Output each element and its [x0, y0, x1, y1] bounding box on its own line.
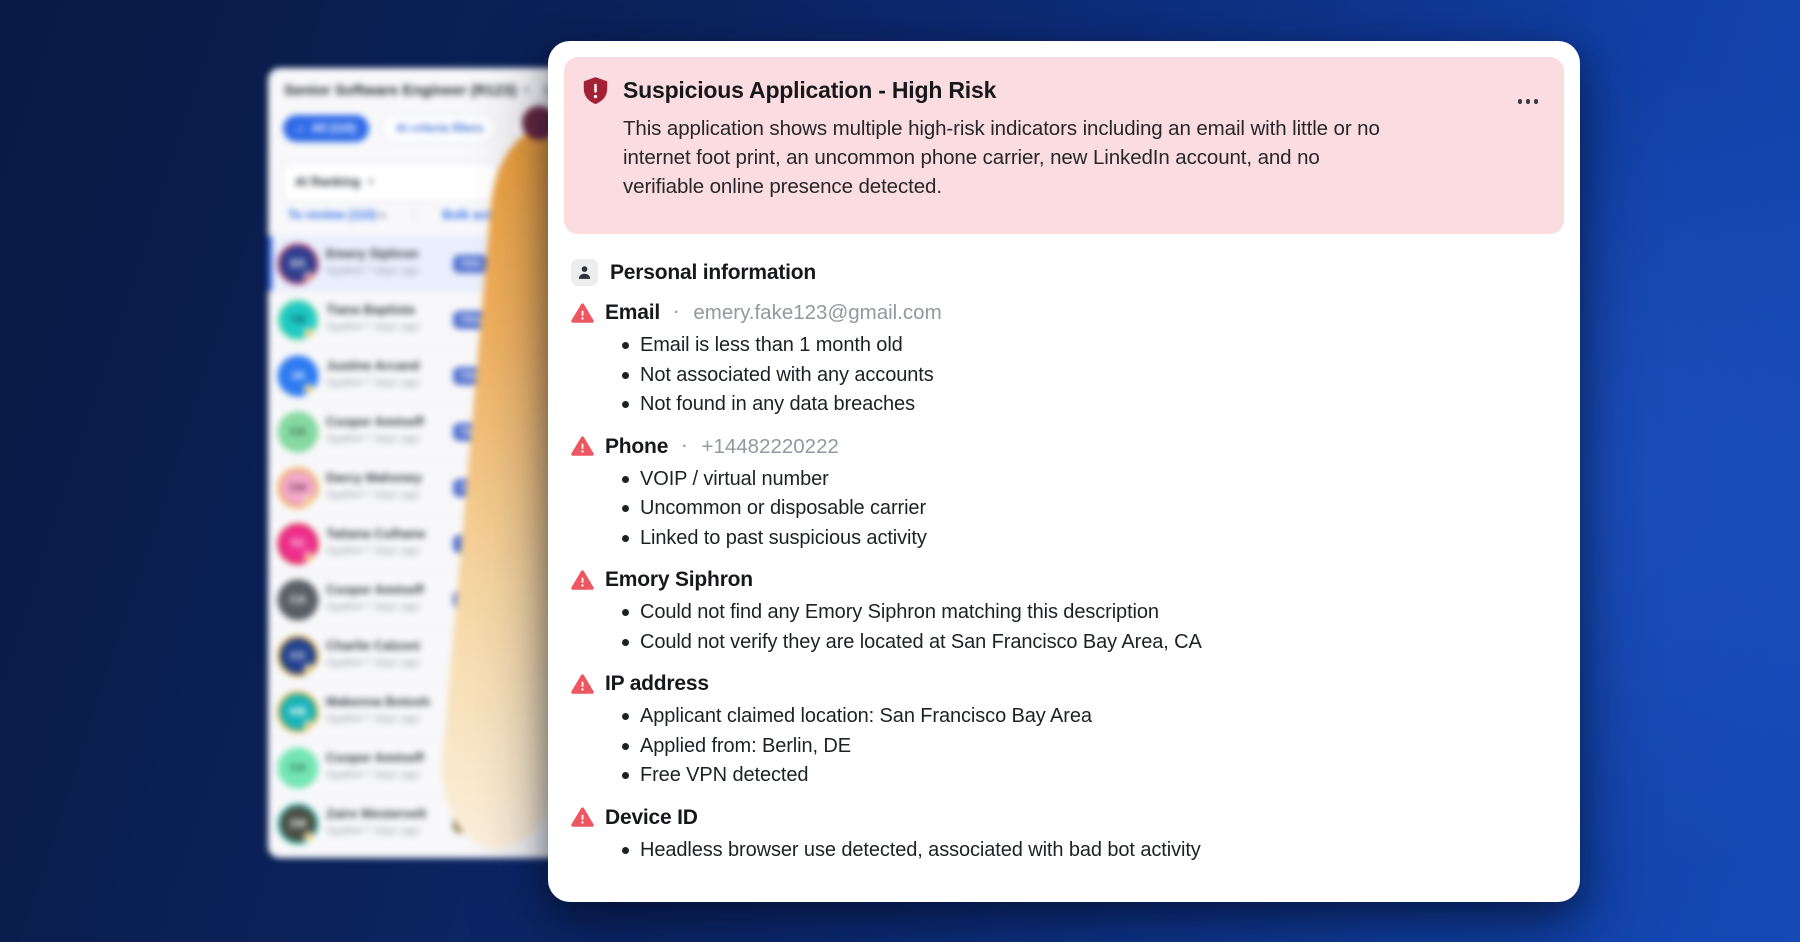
ai-ranking-label: AI Ranking [295, 175, 360, 189]
warning-icon [571, 807, 594, 828]
check-icon: ✓ [296, 122, 306, 136]
to-review-link[interactable]: To review (110) ▾ [288, 208, 385, 222]
risk-section: IP address Applicant claimed location: Sa… [571, 672, 1564, 791]
candidate-name: Cooper Aminoff [326, 582, 424, 597]
finding-list: Applicant claimed location: San Francisc… [571, 702, 1564, 791]
finding-item: Applied from: Berlin, DE [571, 732, 1564, 762]
job-title: Senior Software Engineer (R123) [284, 82, 517, 99]
finding-item: Could not verify they are located at San… [571, 628, 1564, 658]
candidate-row[interactable]: TBTiana BaptistaApplied 7 days ago75% [268, 292, 514, 348]
modal-body: Personal information Email · emery.fake123… [564, 259, 1564, 865]
filter-all-label: All (110) [312, 123, 356, 135]
chevron-down-icon[interactable]: ▾ [524, 85, 529, 96]
candidate-name: Zaire Westervelt [326, 806, 426, 821]
avatar: CA [280, 582, 316, 618]
candidate-row[interactable]: ESEmery SiphronApplied 7 days ago75% [268, 236, 514, 292]
risk-section: Phone · +14482220222 VOIP / virtual numberU… [571, 435, 1564, 554]
candidate-name: Charlie Calzoni [326, 638, 420, 653]
section-title: Emory Siphron [605, 568, 753, 592]
section-value: +14482220222 [702, 435, 839, 459]
finding-item: VOIP / virtual number [571, 465, 1564, 495]
finding-item: Applicant claimed location: San Francisc… [571, 702, 1564, 732]
status-dot [304, 328, 314, 338]
finding-list: VOIP / virtual numberUncommon or disposa… [571, 465, 1564, 554]
status-dot [304, 552, 314, 562]
risk-section: Email · emery.fake123@gmail.com Email is le… [571, 301, 1564, 420]
candidate-name: Justine Arcand [326, 358, 419, 373]
score-badge: 75% [453, 255, 488, 273]
section-title: Phone [605, 435, 668, 459]
finding-item: Headless browser use detected, associate… [571, 836, 1564, 866]
applied-date: Applied 7 days ago [326, 825, 420, 837]
chevron-down-icon: ▾ [368, 177, 373, 188]
applied-date: Applied 7 days ago [326, 713, 420, 725]
risk-sections: Email · emery.fake123@gmail.com Email is le… [571, 301, 1564, 865]
status-dot [304, 384, 314, 394]
warning-icon [571, 570, 594, 591]
personal-information-title: Personal information [610, 261, 816, 285]
status-dot [304, 496, 314, 506]
high-risk-alert-banner: Suspicious Application - High Risk This … [564, 57, 1564, 234]
finding-item: Not found in any data breaches [571, 390, 1564, 420]
applied-date: Applied 7 days ago [326, 769, 420, 781]
shield-alert-icon [582, 76, 609, 105]
section-title: Email [605, 301, 660, 325]
applied-date: Applied 7 days ago [326, 489, 420, 501]
avatar: CA [280, 414, 316, 450]
risk-section: Device ID Headless browser use detected, … [571, 806, 1564, 866]
filter-ai-criteria-pill[interactable]: AI criteria filters [382, 115, 498, 142]
divider [413, 208, 414, 222]
filter-all-pill[interactable]: ✓ All (110) [283, 115, 369, 142]
applied-date: Applied 7 days ago [326, 265, 420, 277]
applied-date: Applied 7 days ago [326, 321, 420, 333]
alert-title: Suspicious Application - High Risk [623, 77, 996, 104]
warning-icon [571, 674, 594, 695]
finding-list: Email is less than 1 month oldNot associ… [571, 331, 1564, 420]
candidate-name: Cooper Aminoff [326, 414, 424, 429]
applied-date: Applied 7 days ago [326, 657, 420, 669]
chevron-down-icon: ▾ [380, 211, 385, 222]
warning-icon [571, 436, 594, 457]
dot-separator: · [682, 438, 687, 456]
avatar: CA [280, 750, 316, 786]
finding-item: Linked to past suspicious activity [571, 524, 1564, 554]
section-title: Device ID [605, 806, 698, 830]
status-dot [304, 272, 314, 282]
status-dot [304, 832, 314, 842]
section-value: emery.fake123@gmail.com [693, 301, 941, 325]
filter-ai-criteria-label: AI criteria filters [396, 123, 484, 135]
finding-item: Could not find any Emory Siphron matchin… [571, 598, 1564, 628]
section-title: IP address [605, 672, 709, 696]
person-icon [571, 259, 598, 286]
finding-item: Uncommon or disposable carrier [571, 494, 1564, 524]
status-dot [304, 720, 314, 730]
applied-date: Applied 7 days ago [326, 377, 420, 389]
dot-separator: · [674, 304, 679, 322]
candidate-name: Tatiana Culhane [326, 526, 425, 541]
alert-description: This application shows multiple high-ris… [623, 114, 1391, 201]
candidate-name: Emery Siphron [326, 246, 418, 261]
finding-list: Could not find any Emory Siphron matchin… [571, 598, 1564, 657]
candidate-name: Tiana Baptista [326, 302, 415, 317]
suspicious-application-modal: Suspicious Application - High Risk This … [548, 41, 1580, 902]
applied-date: Applied 7 days ago [326, 433, 420, 445]
more-options-icon[interactable] [1518, 99, 1539, 104]
candidate-name: Darcy Mahoney [326, 470, 422, 485]
applied-date: Applied 7 days ago [326, 545, 420, 557]
finding-item: Free VPN detected [571, 761, 1564, 791]
applied-date: Applied 7 days ago [326, 601, 420, 613]
finding-item: Not associated with any accounts [571, 361, 1564, 391]
candidate-name: Makenna Botosh [326, 694, 430, 709]
finding-list: Headless browser use detected, associate… [571, 836, 1564, 866]
risk-section: Emory Siphron Could not find any Emory Si… [571, 568, 1564, 657]
ai-ranking-dropdown[interactable]: AI Ranking ▾ [282, 162, 498, 202]
candidate-name: Cooper Aminoff [326, 750, 424, 765]
status-dot [304, 664, 314, 674]
warning-icon [571, 303, 594, 324]
finding-item: Email is less than 1 month old [571, 331, 1564, 361]
